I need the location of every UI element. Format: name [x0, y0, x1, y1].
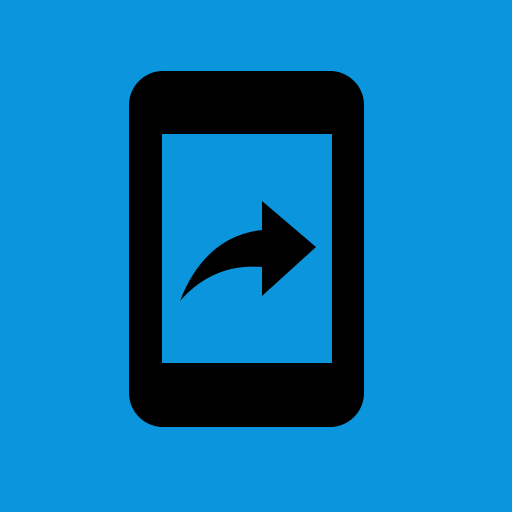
app-icon-tile[interactable] [0, 0, 512, 512]
phone-forward-icon [129, 71, 364, 427]
